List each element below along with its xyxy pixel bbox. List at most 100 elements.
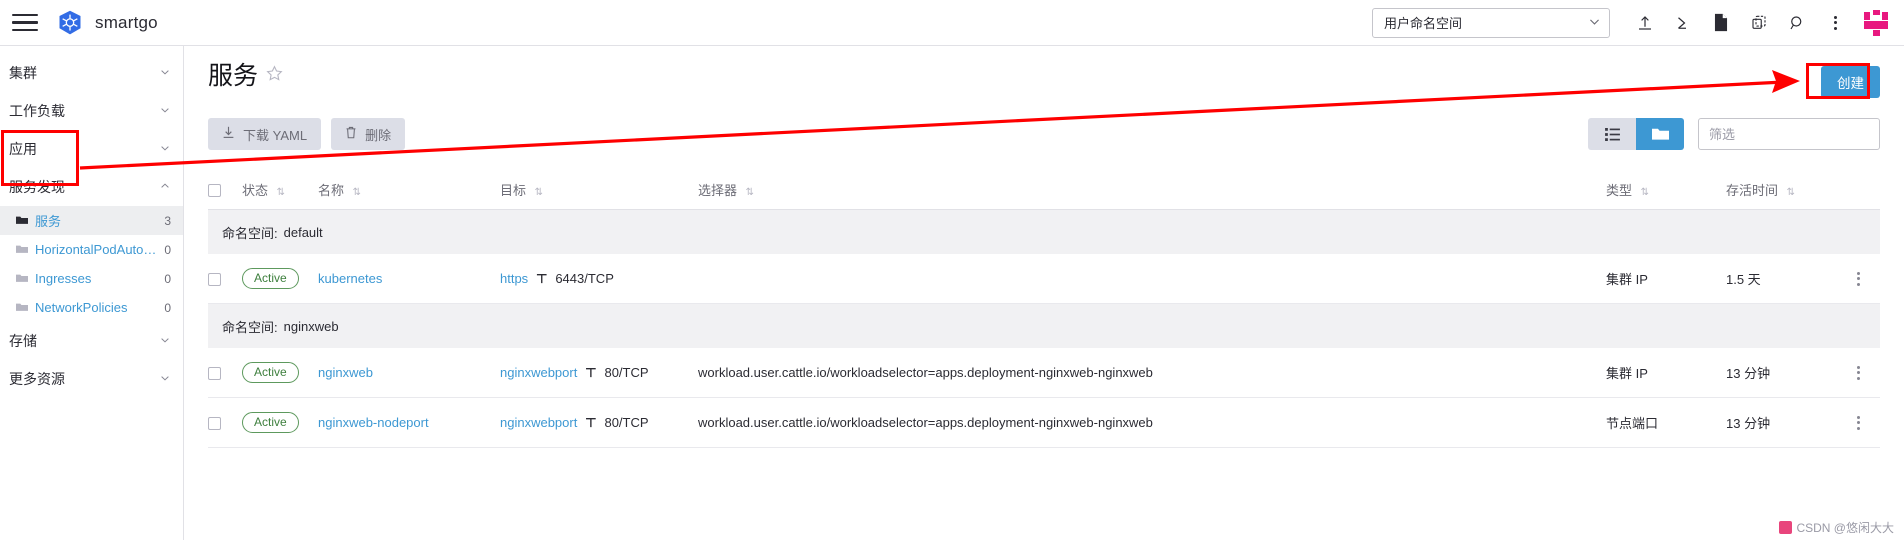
table-body: 命名空间: default Active kubernetes https ⊤ … <box>208 209 1880 448</box>
filter-input[interactable] <box>1698 118 1880 150</box>
row-age-cell: 13 分钟 <box>1726 397 1836 448</box>
select-all-checkbox[interactable] <box>208 184 221 198</box>
table-header: 状态 ⇅ 名称 ⇅ 目标 ⇅ 选择器 ⇅ 类型 ⇅ 存活时间 ⇅ <box>208 172 1880 210</box>
sort-icon: ⇅ <box>276 187 286 198</box>
service-name-link[interactable]: kubernetes <box>318 271 382 286</box>
namespace-filter-select[interactable]: 用户命名空间 <box>1372 7 1610 38</box>
kubernetes-logo-icon <box>56 9 84 37</box>
chevron-down-icon <box>159 334 171 349</box>
row-actions-cell <box>1836 397 1880 448</box>
target-port-link[interactable]: nginxwebport <box>500 415 577 430</box>
row-name-cell: kubernetes <box>318 254 500 304</box>
selector-text: workload.user.cattle.io/workloadselector… <box>698 365 1153 380</box>
sidebar-group-workloads[interactable]: 工作负载 <box>0 92 183 130</box>
sidebar-item-count: 0 <box>164 300 171 315</box>
sidebar-item-networkpolicies[interactable]: NetworkPolicies 0 <box>0 293 183 322</box>
row-actions-icon[interactable] <box>1836 365 1880 380</box>
star-icon[interactable] <box>266 65 283 87</box>
folder-icon <box>16 271 28 286</box>
create-button[interactable]: 创建 <box>1821 66 1880 98</box>
namespace-value: nginxweb <box>283 318 339 334</box>
row-selector-cell <box>698 254 1606 304</box>
download-icon <box>222 126 235 142</box>
namespace-filter-value: 用户命名空间 <box>1384 16 1463 31</box>
target-port-link[interactable]: https <box>500 271 528 286</box>
namespace-group-header: 命名空间: nginxweb <box>208 303 1880 348</box>
row-checkbox[interactable] <box>208 367 221 381</box>
docs-icon[interactable] <box>1702 0 1740 46</box>
sort-icon: ⇅ <box>352 187 362 198</box>
column-header-age[interactable]: 存活时间 ⇅ <box>1726 172 1836 210</box>
column-label: 目标 <box>500 183 527 198</box>
column-header-type[interactable]: 类型 ⇅ <box>1606 172 1726 210</box>
row-status-cell: Active <box>242 348 318 398</box>
sidebar-group-apps[interactable]: 应用 <box>0 130 183 168</box>
row-actions-icon[interactable] <box>1836 415 1880 430</box>
row-actions-icon[interactable] <box>1836 271 1880 286</box>
table-row[interactable]: Active nginxweb-nodeport nginxwebport ⊤ … <box>208 397 1880 448</box>
row-target-cell: https ⊤ 6443/TCP <box>500 254 698 304</box>
selector-text: workload.user.cattle.io/workloadselector… <box>698 415 1153 430</box>
trash-icon <box>345 126 357 142</box>
row-name-cell: nginxweb <box>318 348 500 398</box>
sidebar-group-storage[interactable]: 存储 <box>0 322 183 360</box>
table-row[interactable]: Active kubernetes https ⊤ 6443/TCP 集群 IP… <box>208 254 1880 304</box>
row-status-cell: Active <box>242 254 318 304</box>
target-port: 6443/TCP <box>555 270 614 286</box>
more-actions-icon[interactable] <box>1816 0 1854 46</box>
sort-icon: ⇅ <box>745 187 755 198</box>
download-yaml-button[interactable]: 下载 YAML <box>208 118 322 150</box>
import-yaml-icon[interactable] <box>1626 0 1664 46</box>
delete-button[interactable]: 删除 <box>331 118 406 150</box>
sidebar-group-more-resources[interactable]: 更多资源 <box>0 360 183 398</box>
chevron-down-icon <box>159 142 171 157</box>
sort-icon: ⇅ <box>1640 187 1650 198</box>
status-badge: Active <box>242 412 299 433</box>
page-title: 服务 <box>208 62 259 90</box>
sort-icon: ⇅ <box>1786 187 1796 198</box>
row-age-cell: 13 分钟 <box>1726 348 1836 398</box>
status-badge: Active <box>242 268 299 289</box>
row-checkbox[interactable] <box>208 417 221 431</box>
status-badge: Active <box>242 362 299 383</box>
group-band: 命名空间: nginxweb <box>208 304 1880 348</box>
user-avatar[interactable] <box>1860 7 1892 39</box>
chevron-down-icon <box>159 372 171 387</box>
column-header-target[interactable]: 目标 ⇅ <box>500 172 698 210</box>
sidebar-item-ingresses[interactable]: Ingresses 0 <box>0 264 183 293</box>
search-icon[interactable] <box>1778 0 1816 46</box>
row-select-cell <box>208 348 242 398</box>
sidebar-item-horizontalpodautoscalers[interactable]: HorizontalPodAutoscalers 0 <box>0 235 183 264</box>
kubectl-shell-icon[interactable] <box>1664 0 1702 46</box>
main-content: 服务 创建 下载 YAML 删除 筛选 状态 ⇅ 名称 ⇅ 目标 ⇅ 选择器 ⇅… <box>184 46 1904 540</box>
namespace-value: default <box>283 224 323 240</box>
column-header-selector[interactable]: 选择器 ⇅ <box>698 172 1606 210</box>
select-all-header <box>208 172 242 210</box>
namespace-label: 命名空间: <box>222 319 278 335</box>
row-select-cell <box>208 397 242 448</box>
hamburger-icon[interactable] <box>12 13 38 32</box>
group-view-icon[interactable] <box>1636 118 1684 150</box>
services-table: 状态 ⇅ 名称 ⇅ 目标 ⇅ 选择器 ⇅ 类型 ⇅ 存活时间 ⇅ 命名空间: d… <box>208 172 1880 448</box>
sidebar-item-label: Ingresses <box>35 271 92 286</box>
sidebar-group-cluster[interactable]: 集群 <box>0 54 183 92</box>
view-toggle <box>1588 118 1684 150</box>
brand[interactable]: smartgo <box>56 9 158 37</box>
column-header-status[interactable]: 状态 ⇅ <box>242 172 318 210</box>
list-view-icon[interactable] <box>1588 118 1636 150</box>
row-checkbox[interactable] <box>208 273 221 287</box>
download-yaml-label: 下载 YAML <box>243 127 308 143</box>
copy-kubeconfig-icon[interactable] <box>1740 0 1778 46</box>
sidebar-item-label: HorizontalPodAutoscalers <box>35 242 158 257</box>
sidebar-group-label: 服务发现 <box>9 179 65 195</box>
app-root: smartgo 用户命名空间 集群 工作负载 应用 服务发现 服务 3 Hori… <box>0 0 1904 540</box>
sidebar-group-service-discovery[interactable]: 服务发现 <box>0 168 183 206</box>
sidebar-item-count: 0 <box>164 271 171 286</box>
service-name-link[interactable]: nginxweb-nodeport <box>318 415 429 430</box>
sidebar-item-services[interactable]: 服务 3 <box>0 206 183 235</box>
sidebar-item-count: 0 <box>164 242 171 257</box>
target-port-link[interactable]: nginxwebport <box>500 365 577 380</box>
table-row[interactable]: Active nginxweb nginxwebport ⊤ 80/TCP wo… <box>208 348 1880 398</box>
column-header-name[interactable]: 名称 ⇅ <box>318 172 500 210</box>
service-name-link[interactable]: nginxweb <box>318 365 373 380</box>
